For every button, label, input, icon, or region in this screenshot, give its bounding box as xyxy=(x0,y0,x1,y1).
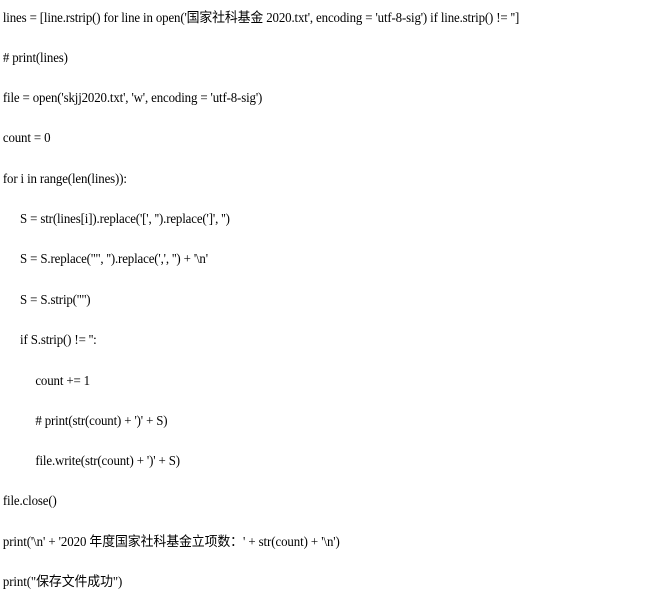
code-line-strip-brackets: S = str(lines[i]).replace('[', '').repla… xyxy=(20,211,230,226)
code-line-count-increment: count += 1 xyxy=(35,373,90,388)
code-line-open-lines: lines = [line.rstrip() for line in open(… xyxy=(2,10,520,25)
code-line-strip-quote: S = S.strip('"') xyxy=(20,292,91,307)
code-line-if-not-empty: if S.strip() != '': xyxy=(20,332,97,347)
code-line-count-init: count = 0 xyxy=(2,130,51,145)
code-line-file-close: file.close() xyxy=(2,493,57,508)
code-line-comment-print-lines: # print(lines) xyxy=(2,50,68,65)
code-line-replace-quotes-commas: S = S.replace('"', '').replace(',', '') … xyxy=(20,251,208,266)
code-line-open-output-file: file = open('skjj2020.txt', 'w', encodin… xyxy=(2,90,263,105)
code-line-print-success: print("保存文件成功") xyxy=(2,574,123,589)
code-line-comment-print-count: # print(str(count) + ')' + S) xyxy=(35,413,168,428)
code-line-file-write: file.write(str(count) + ')' + S) xyxy=(35,453,180,468)
code-line-for-loop: for i in range(len(lines)): xyxy=(2,171,127,186)
code-line-print-summary: print('\n' + '2020 年度国家社科基金立项数：' + str(c… xyxy=(2,534,340,549)
code-document: lines = [line.rstrip() for line in open(… xyxy=(0,0,669,610)
